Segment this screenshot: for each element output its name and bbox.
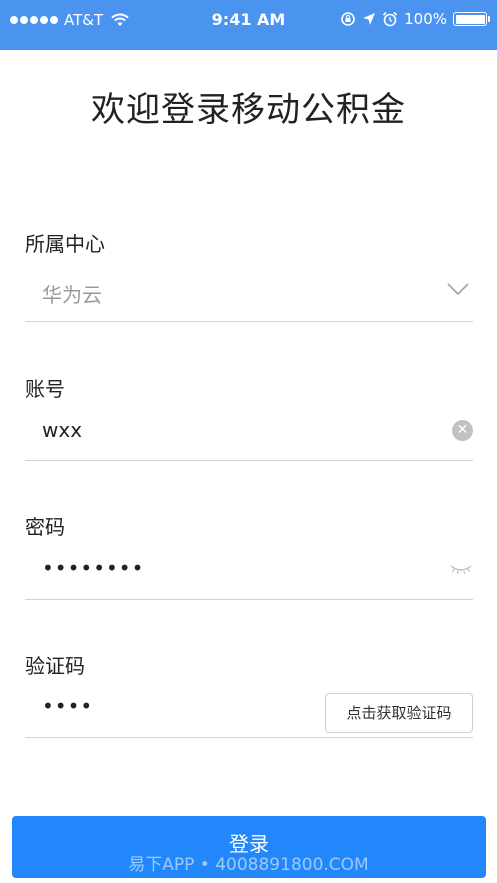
rotation-lock-icon <box>341 12 355 26</box>
captcha-value: •••• <box>42 694 94 718</box>
clear-icon[interactable]: ✕ <box>452 420 473 441</box>
status-bar: AT&T 9:41 AM 100% <box>0 0 497 50</box>
alarm-icon <box>383 11 398 27</box>
password-label: 密码 <box>25 515 65 539</box>
battery-icon <box>453 12 490 26</box>
watermark-text: 易下APP • 4008891800.COM <box>128 855 369 875</box>
center-value: 华为云 <box>42 283 102 307</box>
password-value: •••••••• <box>42 556 145 580</box>
chevron-down-icon <box>447 283 469 296</box>
center-select[interactable]: 华为云 <box>25 266 473 322</box>
account-input[interactable]: wxx ✕ <box>25 405 473 461</box>
page-title: 欢迎登录移动公积金 <box>91 90 406 130</box>
eye-closed-icon[interactable] <box>449 562 473 578</box>
location-icon <box>363 13 376 25</box>
center-label: 所属中心 <box>25 232 105 256</box>
account-value: wxx <box>42 418 83 442</box>
get-code-button[interactable]: 点击获取验证码 <box>325 693 473 733</box>
status-right: 100% <box>340 10 490 28</box>
captcha-label: 验证码 <box>25 654 85 678</box>
battery-percent: 100% <box>404 10 447 28</box>
login-screen: AT&T 9:41 AM 100% 欢迎登录移动公积金 所属中心 华为云 账号 … <box>0 0 497 883</box>
captcha-input[interactable]: •••• 点击获取验证码 <box>25 682 473 738</box>
password-input[interactable]: •••••••• <box>25 544 473 600</box>
account-label: 账号 <box>25 377 65 401</box>
